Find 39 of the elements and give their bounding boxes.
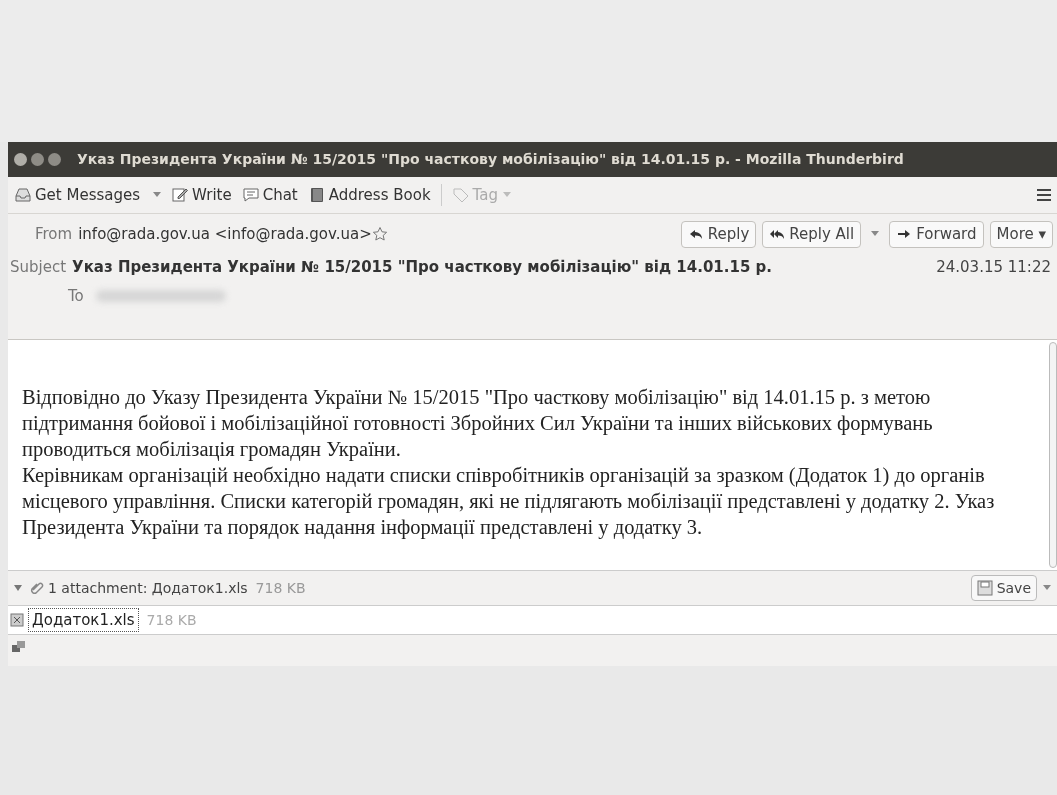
- subject-label: Subject: [10, 256, 67, 278]
- attachment-summary: 1 attachment: Додаток1.xls: [48, 578, 248, 598]
- menu-icon[interactable]: [1037, 189, 1051, 201]
- action-button[interactable]: Forward: [889, 220, 984, 248]
- caret-icon[interactable]: [871, 231, 880, 237]
- subject-text: Указ Президента України № 15/2015 "Про часткову мобілізацію" від 14.01.15 р.: [72, 256, 772, 278]
- toolbar-button[interactable]: Chat: [241, 183, 298, 207]
- body-paragraph: Керівникам організацій необхідно надати списки співробітників організацій за зразком (Додаток 1) до органів місцевого управління. Списки категорій громадян, які не підлягають мобілізації представлені у додатку 2. Указ Президента України та порядок надання інформації представлені у додатку 3.: [22, 463, 996, 540]
- minimize-icon[interactable]: [31, 153, 44, 166]
- close-icon[interactable]: [14, 153, 27, 166]
- floppy-icon: [976, 580, 993, 596]
- from-label: From: [35, 223, 73, 245]
- expand-toggle[interactable]: [14, 584, 22, 592]
- star-icon[interactable]: [371, 226, 388, 242]
- chat-icon: [241, 186, 260, 204]
- caret-icon[interactable]: [1043, 585, 1051, 591]
- toolbar-button[interactable]: Address Book: [307, 183, 431, 207]
- inbox-icon: [14, 186, 32, 204]
- to-label: To: [68, 285, 84, 307]
- tag-icon: [451, 186, 470, 204]
- maximize-icon[interactable]: [48, 153, 61, 166]
- body-paragraph: Відповідно до Указу Президента України № 15/2015 "Про часткову мобілізацію" від 14.01.15 р. з метою підтримання бойової і мобілізаційної готовності Збройних Сил України та інших військових формувань проводиться мобілізація громадян України.: [22, 385, 934, 462]
- pencil-icon: [171, 186, 190, 204]
- sender-address[interactable]: info@rada.gov.ua <info@rada.gov.ua>: [78, 222, 372, 246]
- attachment-size: 718 KB: [255, 578, 306, 598]
- paperclip-icon: [30, 582, 44, 594]
- toolbar-button[interactable]: Write: [171, 183, 232, 207]
- windows-icon[interactable]: [12, 641, 26, 653]
- action-button[interactable]: More ▾: [989, 220, 1053, 248]
- toolbar-button[interactable]: Get Messages: [14, 183, 162, 207]
- save-button[interactable]: Save: [970, 575, 1037, 601]
- scrollbar[interactable]: [1049, 342, 1057, 568]
- action-button[interactable]: Reply: [680, 220, 757, 248]
- date-text: 24.03.15 11:22: [936, 256, 1051, 278]
- file-size: 718 KB: [146, 610, 197, 630]
- window-title: Указ Президента України № 15/2015 "Про часткову мобілізацію" від 14.01.15 р. - Mozilla Thunderbird: [77, 150, 904, 169]
- action-button[interactable]: Reply All: [762, 220, 862, 248]
- caret-icon[interactable]: [153, 192, 162, 198]
- attachment-item[interactable]: Додаток1.xls: [28, 607, 139, 633]
